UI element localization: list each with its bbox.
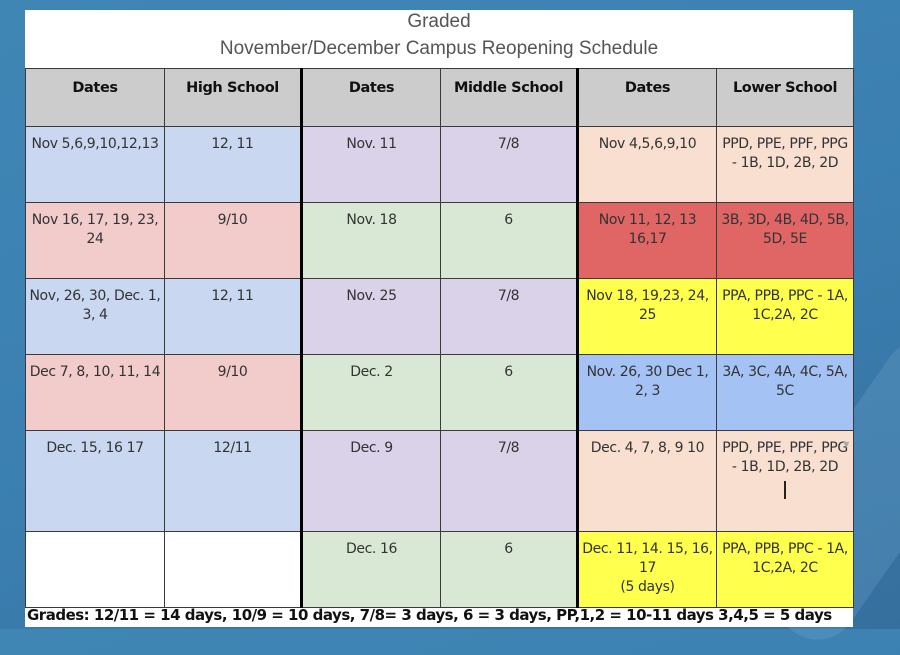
header-high-school: High School: [164, 68, 302, 127]
header-middle-school: Middle School: [440, 68, 578, 127]
hs-grades-cell: 12, 11: [164, 278, 302, 355]
ms-grades-cell: 7/8: [440, 126, 578, 203]
ms-dates-cell: Nov. 18: [300, 202, 441, 279]
hs-grades-cell: 9/10: [164, 354, 302, 431]
ms-grades-cell: 6: [440, 202, 578, 279]
ls-groups-text: PPD, PPE, PPF, PPG - 1B, 1D, 2B, 2D: [722, 440, 848, 475]
hs-dates-cell: Nov 5,6,9,10,12,13: [25, 126, 165, 203]
title-line-1: Graded: [407, 11, 471, 32]
ls-groups-cell: 3B, 3D, 4B, 4D, 5B, 5D, 5E: [716, 202, 854, 279]
ms-dates-cell: Dec. 9: [300, 430, 441, 532]
hs-grades-cell: 12/11: [164, 430, 302, 532]
ms-grades-cell: 6: [440, 354, 578, 431]
schedule-table: Dates High School Dates Middle School Da…: [25, 68, 854, 608]
grades-legend-footer: Grades: 12/11 = 14 days, 10/9 = 10 days,…: [27, 606, 832, 624]
header-ls-dates: Dates: [576, 68, 717, 127]
slide-title: Graded November/December Campus Reopenin…: [25, 10, 853, 68]
ls-groups-cell: 3A, 3C, 4A, 4C, 5A, 5C: [716, 354, 854, 431]
ms-grades-cell: 6: [440, 531, 578, 608]
ls-dates-cell: Nov 18, 19,23, 24, 25: [576, 278, 717, 355]
ms-dates-cell: Dec. 2: [300, 354, 441, 431]
text-cursor-icon: [784, 481, 786, 499]
ls-dates-cell: Dec. 11, 14. 15, 16, 17 (5 days): [576, 531, 717, 608]
hs-dates-cell: Dec. 15, 16 17: [25, 430, 165, 532]
table-row: Dec 7, 8, 10, 11, 14 9/10 Dec. 2 6 Nov. …: [25, 354, 854, 431]
hs-grades-cell: [164, 531, 302, 608]
title-line-2: November/December Campus Reopening Sched…: [219, 38, 659, 59]
hs-dates-cell: Nov 16, 17, 19, 23, 24: [25, 202, 165, 279]
ls-dates-text: Dec. 11, 14. 15, 16, 17: [582, 541, 713, 576]
ms-dates-cell: Nov. 11: [300, 126, 441, 203]
ls-dates-cell: Nov. 26, 30 Dec 1, 2, 3: [576, 354, 717, 431]
ls-groups-cell: PPA, PPB, PPC - 1A, 1C,2A, 2C: [716, 278, 854, 355]
header-ms-dates: Dates: [300, 68, 441, 127]
ms-dates-cell: Dec. 16: [300, 531, 441, 608]
hs-grades-cell: 9/10: [164, 202, 302, 279]
ls-groups-cell: PPD, PPE, PPF, PPG - 1B, 1D, 2B, 2D: [716, 126, 854, 203]
ls-groups-cell: PPA, PPB, PPC - 1A, 1C,2A, 2C: [716, 531, 854, 608]
schedule-slide: Graded November/December Campus Reopenin…: [25, 10, 854, 627]
table-row: Dec. 15, 16 17 12/11 Dec. 9 7/8 Dec. 4, …: [25, 430, 854, 532]
ls-dates-cell: Dec. 4, 7, 8, 9 10: [576, 430, 717, 532]
header-hs-dates: Dates: [25, 68, 165, 127]
ls-dates-cell: Nov 11, 12, 13 16,17: [576, 202, 717, 279]
table-row: Nov, 26, 30, Dec. 1, 3, 4 12, 11 Nov. 25…: [25, 278, 854, 355]
hs-dates-cell: [25, 531, 165, 608]
ms-grades-cell: 7/8: [440, 430, 578, 532]
ls-groups-cell[interactable]: PPD, PPE, PPF, PPG - 1B, 1D, 2B, 2D ▼: [716, 430, 854, 532]
ms-dates-cell: Nov. 25: [300, 278, 441, 355]
dropdown-arrow-icon[interactable]: ▼: [843, 435, 849, 454]
table-row: Nov 16, 17, 19, 23, 24 9/10 Nov. 18 6 No…: [25, 202, 854, 279]
ms-grades-cell: 7/8: [440, 278, 578, 355]
header-lower-school: Lower School: [716, 68, 854, 127]
table-row: Dec. 16 6 Dec. 11, 14. 15, 16, 17 (5 day…: [25, 531, 854, 608]
table-row: Nov 5,6,9,10,12,13 12, 11 Nov. 11 7/8 No…: [25, 126, 854, 203]
hs-grades-cell: 12, 11: [164, 126, 302, 203]
ls-dates-note: (5 days): [620, 579, 675, 595]
ls-dates-cell: Nov 4,5,6,9,10: [576, 126, 717, 203]
header-row: Dates High School Dates Middle School Da…: [25, 68, 854, 127]
hs-dates-cell: Dec 7, 8, 10, 11, 14: [25, 354, 165, 431]
hs-dates-cell: Nov, 26, 30, Dec. 1, 3, 4: [25, 278, 165, 355]
